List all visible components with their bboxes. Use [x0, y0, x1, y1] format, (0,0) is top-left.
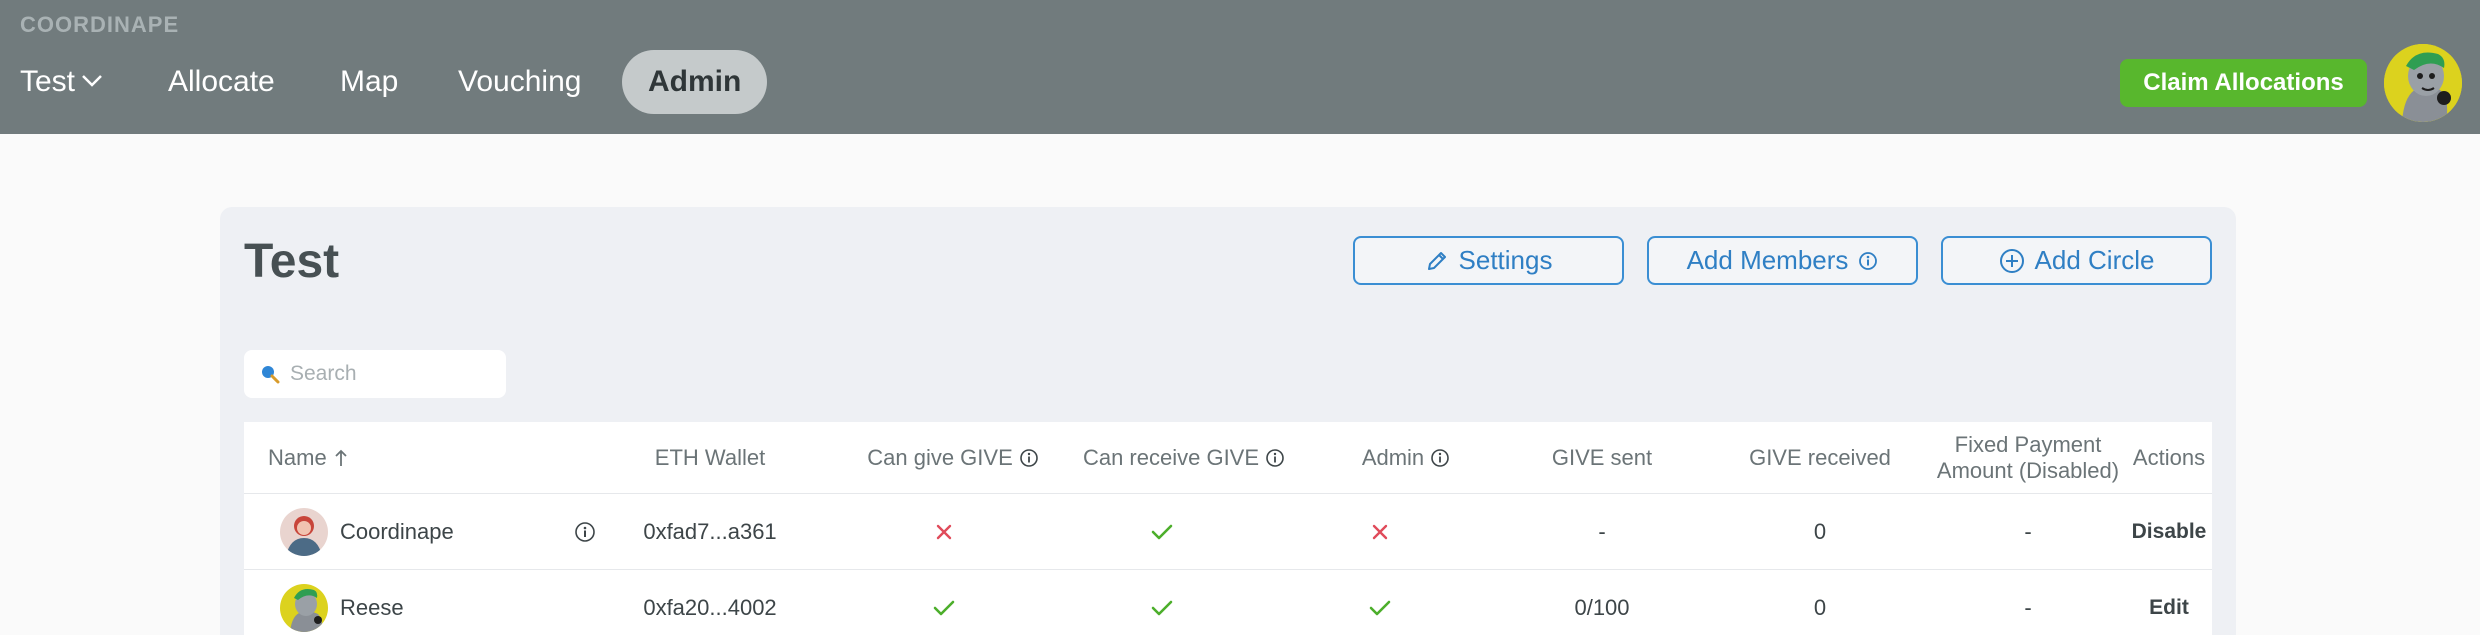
can-receive-cell	[1062, 494, 1262, 570]
member-avatar	[280, 584, 328, 632]
give-received-value: 0	[1813, 595, 1827, 620]
cross-icon	[936, 524, 952, 540]
circle-selector-label: Test	[20, 65, 76, 98]
admin-column-label: Admin	[1361, 445, 1425, 470]
add-members-button[interactable]: Add Members	[1647, 236, 1918, 285]
can-receive-column-label: Can receive GIVE	[1082, 445, 1260, 470]
can-give-cell	[844, 494, 1044, 570]
check-icon	[933, 600, 955, 616]
nav-allocate[interactable]: Allocate	[168, 50, 275, 114]
member-avatar-image	[280, 584, 328, 632]
chevron-down-icon	[82, 75, 102, 87]
check-icon	[1369, 600, 1391, 616]
member-name-cell: Coordinape	[280, 494, 580, 570]
member-name-cell: Reese	[280, 570, 580, 635]
edit-button[interactable]: Edit	[2124, 570, 2214, 635]
nav-vouching[interactable]: Vouching	[458, 50, 581, 114]
wallet-column-header[interactable]: ETH Wallet	[610, 422, 810, 494]
wallet-address: 0xfa20...4002	[643, 595, 777, 620]
can-give-cell	[844, 570, 1044, 635]
give-sent-column-header[interactable]: GIVE sent	[1502, 422, 1702, 494]
give-sent-value: -	[1598, 519, 1606, 544]
app-logo[interactable]: COORDINAPE	[20, 12, 179, 38]
members-table: Name ETH Wallet Can give GIVE Can receiv…	[244, 422, 2212, 635]
check-icon	[1151, 600, 1173, 616]
admin-column-header[interactable]: Admin	[1306, 422, 1506, 494]
nav-admin[interactable]: Admin	[622, 50, 768, 114]
cross-icon	[1372, 524, 1388, 540]
fixed-payment-label-line1: Fixed Payment	[1954, 432, 2102, 457]
table-row: Coordinape 0xfad7...a361 - 0 - Disable	[244, 494, 2212, 570]
nav-map[interactable]: Map	[340, 50, 398, 114]
search-icon	[262, 366, 280, 384]
circle-selector[interactable]: Test	[20, 50, 103, 114]
give-received-column-header[interactable]: GIVE received	[1720, 422, 1920, 494]
actions-column-header: Actions	[2132, 445, 2206, 470]
info-icon	[1859, 251, 1878, 270]
member-name: Coordinape	[340, 519, 454, 544]
settings-button[interactable]: Settings	[1353, 236, 1624, 285]
admin-cell	[1280, 494, 1480, 570]
info-icon	[1266, 449, 1284, 467]
page-title: Test	[244, 235, 340, 288]
fixed-payment-label-line2: Amount (Disabled)	[1936, 458, 2120, 483]
info-icon	[1431, 449, 1449, 467]
member-name: Reese	[340, 595, 404, 620]
name-column-header[interactable]: Name	[268, 422, 468, 494]
info-icon[interactable]	[574, 521, 596, 543]
settings-label: Settings	[1458, 245, 1553, 275]
profile-avatar[interactable]	[2384, 44, 2462, 122]
can-receive-column-header[interactable]: Can receive GIVE	[1062, 422, 1306, 494]
disable-button[interactable]: Disable	[2124, 494, 2214, 570]
pencil-icon	[1427, 251, 1446, 270]
admin-cell	[1280, 570, 1480, 635]
top-navigation-bar: COORDINAPE Test Allocate Map Vouching Ad…	[0, 0, 2480, 134]
fixed-payment-column-header[interactable]: Fixed Payment Amount (Disabled)	[1928, 422, 2128, 494]
info-icon	[1019, 449, 1038, 467]
profile-avatar-image	[2384, 44, 2462, 122]
wallet-address: 0xfad7...a361	[643, 519, 777, 544]
member-avatar	[280, 508, 328, 556]
can-receive-cell	[1062, 570, 1262, 635]
can-give-column-label: Can give GIVE	[867, 445, 1013, 470]
search-input[interactable]	[290, 362, 500, 386]
add-circle-button[interactable]: Add Circle	[1941, 236, 2212, 285]
claim-allocations-button[interactable]: Claim Allocations	[2120, 59, 2367, 107]
search-box[interactable]	[244, 350, 506, 398]
add-members-label: Add Members	[1686, 245, 1849, 275]
give-sent-value: 0/100	[1574, 595, 1630, 620]
fixed-payment-value: -	[2024, 519, 2032, 544]
name-column-label: Name	[268, 445, 327, 470]
member-avatar-image	[280, 508, 328, 556]
fixed-payment-value: -	[2024, 595, 2032, 620]
sort-ascending-icon	[335, 449, 347, 466]
table-header: Name ETH Wallet Can give GIVE Can receiv…	[244, 422, 2212, 494]
add-circle-label: Add Circle	[2034, 245, 2155, 275]
table-row: Reese 0xfa20...4002 0/100 0 - Edit	[244, 570, 2212, 635]
check-icon	[1151, 524, 1173, 540]
plus-circle-icon	[1999, 248, 2024, 273]
can-give-column-header[interactable]: Can give GIVE	[844, 422, 1062, 494]
give-received-value: 0	[1813, 519, 1827, 544]
